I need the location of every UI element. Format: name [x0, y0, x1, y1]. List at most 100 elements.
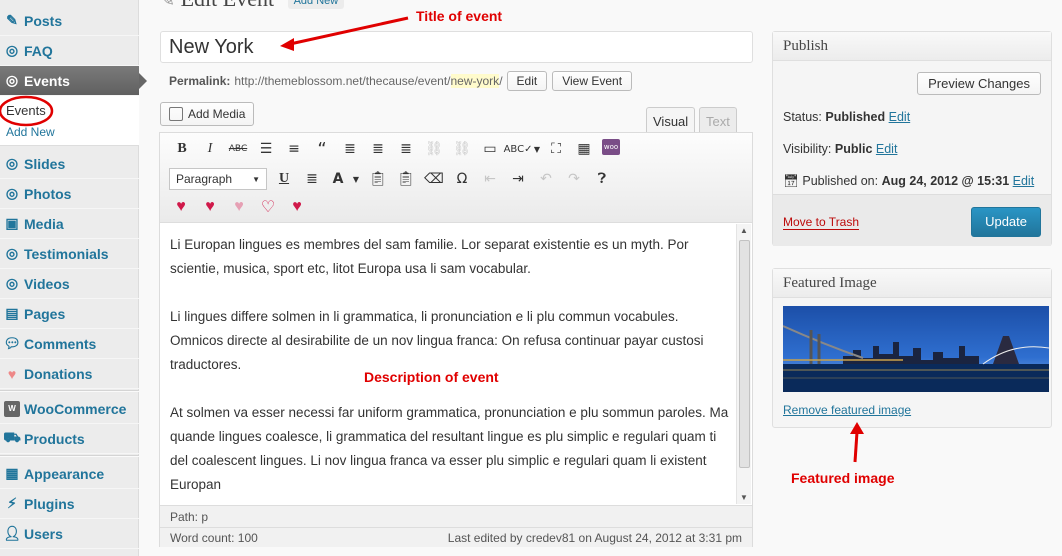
menu-comments[interactable]: 💬︎ Comments: [0, 329, 139, 359]
unlink-icon[interactable]: ⛓: [452, 139, 472, 159]
undo-icon[interactable]: ↶: [536, 169, 556, 189]
clear-formatting-icon[interactable]: ⌫: [424, 169, 444, 189]
spellcheck-icon[interactable]: ABC✓: [504, 139, 533, 159]
editor-scrollbar[interactable]: ▲ ▼: [736, 224, 751, 504]
tab-visual[interactable]: Visual: [646, 107, 696, 133]
woo-shortcode-icon[interactable]: woo: [602, 139, 620, 155]
published-on-row: 📅︎ Published on: Aug 24, 2012 @ 15:31 Ed…: [783, 174, 1035, 188]
menu-users[interactable]: 👤︎ Users: [0, 519, 139, 549]
outdent-icon[interactable]: ⇤: [480, 169, 500, 189]
donation-heart-icon[interactable]: ♥: [230, 198, 248, 216]
chevron-down-icon: ▼: [252, 174, 260, 184]
menu-media[interactable]: ▣ Media: [0, 209, 139, 239]
menu-plugins[interactable]: ⚡︎ Plugins: [0, 489, 139, 519]
menu-pages[interactable]: ▤ Pages: [0, 299, 139, 329]
menu-videos[interactable]: ◎ Videos: [0, 269, 139, 299]
menu-woocommerce[interactable]: W WooCommerce: [0, 394, 139, 424]
comment-icon: 💬︎: [3, 335, 21, 351]
published-on-edit-link[interactable]: Edit: [1013, 174, 1035, 188]
bullet-list-icon[interactable]: ☰: [256, 139, 276, 159]
submenu-events[interactable]: Events: [6, 103, 46, 118]
tab-text[interactable]: Text: [699, 107, 737, 133]
featured-image-thumbnail[interactable]: [783, 306, 1049, 392]
format-select[interactable]: Paragraph ▼: [169, 168, 267, 190]
redo-icon[interactable]: ↷: [564, 169, 584, 189]
menu-events[interactable]: ◎ Events: [0, 66, 147, 96]
visibility-edit-link[interactable]: Edit: [876, 142, 898, 156]
page-icon: ▤: [5, 305, 19, 321]
heart-icon: ♥: [7, 365, 17, 382]
add-media-button[interactable]: Add Media: [160, 102, 255, 126]
donation-heart-icon[interactable]: ♡: [259, 198, 277, 216]
status-row: Status: Published Edit: [783, 110, 911, 124]
menu-slides[interactable]: ◎ Slides: [0, 149, 139, 179]
media-icon: [169, 107, 183, 121]
scrollbar-thumb[interactable]: [739, 240, 750, 468]
permalink-row: Permalink: http://themeblossom.net/theca…: [169, 70, 633, 92]
content-editor: B I ABC ☰ ≡ “ ≣ ≣ ≣ ⛓ ⛓ ▭ ABC✓ ▼ ⛶ ▦ woo…: [159, 132, 753, 547]
justify-icon[interactable]: ≣: [302, 169, 322, 189]
editor-toolbar: B I ABC ☰ ≡ “ ≣ ≣ ≣ ⛓ ⛓ ▭ ABC✓ ▼ ⛶ ▦ woo…: [160, 133, 752, 223]
menu-separator: [0, 390, 139, 392]
paragraph: Li Europan lingues es membres del sam fa…: [170, 237, 689, 276]
text-color-icon[interactable]: A: [328, 169, 348, 189]
update-button[interactable]: Update: [971, 207, 1041, 237]
italic-icon[interactable]: I: [200, 139, 220, 159]
view-event-button[interactable]: View Event: [552, 71, 633, 91]
menu-photos[interactable]: ◎ Photos: [0, 179, 139, 209]
strikethrough-icon[interactable]: ABC: [228, 139, 248, 159]
admin-sidebar: ✎ Posts ◎ FAQ ◎ Events Events Add New ◎ Slid…: [0, 0, 147, 556]
donation-heart-icon[interactable]: ♥: [201, 198, 219, 216]
circle-icon: ◎: [5, 185, 19, 201]
align-center-icon[interactable]: ≣: [368, 139, 388, 159]
menu-testimonials[interactable]: ◎ Testimonials: [0, 239, 139, 269]
donation-heart-icon[interactable]: ♥: [172, 198, 190, 216]
circle-icon: ◎: [5, 275, 19, 291]
kitchen-sink-icon[interactable]: ▦: [574, 139, 594, 159]
plug-icon: ⚡︎: [7, 495, 17, 511]
permalink-slug[interactable]: new-york: [450, 74, 500, 88]
bold-icon[interactable]: B: [172, 139, 192, 159]
align-right-icon[interactable]: ≣: [396, 139, 416, 159]
featured-image-title: Featured Image: [773, 269, 1051, 298]
blockquote-icon[interactable]: “: [312, 139, 332, 160]
preview-changes-button[interactable]: Preview Changes: [917, 72, 1041, 95]
cart-icon: ⛟: [3, 429, 21, 445]
paste-text-icon[interactable]: 📋︎: [368, 169, 388, 189]
more-tag-icon[interactable]: ▭: [480, 139, 500, 159]
status-edit-link[interactable]: Edit: [889, 110, 911, 124]
circle-icon: ◎: [5, 72, 19, 88]
scroll-up-icon[interactable]: ▲: [740, 226, 748, 235]
permalink-edit-button[interactable]: Edit: [506, 71, 548, 91]
special-character-icon[interactable]: Ω: [452, 169, 472, 189]
scroll-down-icon[interactable]: ▼: [740, 493, 748, 502]
underline-icon[interactable]: U: [274, 169, 294, 189]
move-to-trash-link[interactable]: Move to Trash: [783, 215, 860, 230]
remove-featured-image-link[interactable]: Remove featured image: [783, 403, 911, 417]
annotation-title-label: Title of event: [416, 8, 503, 24]
chevron-down-icon[interactable]: ▼: [527, 139, 547, 159]
align-left-icon[interactable]: ≣: [340, 139, 360, 159]
paragraph: Li lingues differe solmen in li grammati…: [170, 309, 704, 372]
users-icon: 👤︎: [3, 525, 21, 541]
help-icon[interactable]: ❓︎: [592, 169, 612, 189]
menu-posts[interactable]: ✎ Posts: [0, 6, 139, 36]
submenu-add-new[interactable]: Add New: [6, 125, 55, 139]
circle-icon: ◎: [5, 155, 19, 171]
numbered-list-icon[interactable]: ≡: [284, 139, 304, 159]
paste-word-icon[interactable]: 📋︎: [396, 169, 416, 189]
last-edited: Last edited by credev81 on August 24, 20…: [447, 531, 742, 545]
add-new-button[interactable]: Add New: [287, 0, 345, 9]
menu-appearance[interactable]: ▦ Appearance: [0, 459, 139, 489]
menu-donations[interactable]: ♥ Donations: [0, 359, 139, 389]
menu-faq[interactable]: ◎ FAQ: [0, 36, 139, 66]
word-count: Word count: 100: [170, 531, 258, 545]
fullscreen-icon[interactable]: ⛶: [546, 139, 566, 159]
menu-separator: [0, 455, 139, 457]
event-title-input[interactable]: [160, 31, 753, 63]
indent-icon[interactable]: ⇥: [508, 169, 528, 189]
chevron-down-icon[interactable]: ▼: [346, 169, 366, 189]
menu-products[interactable]: ⛟ Products: [0, 424, 139, 454]
donation-heart-icon[interactable]: ♥: [288, 198, 306, 216]
link-icon[interactable]: ⛓: [424, 139, 444, 159]
